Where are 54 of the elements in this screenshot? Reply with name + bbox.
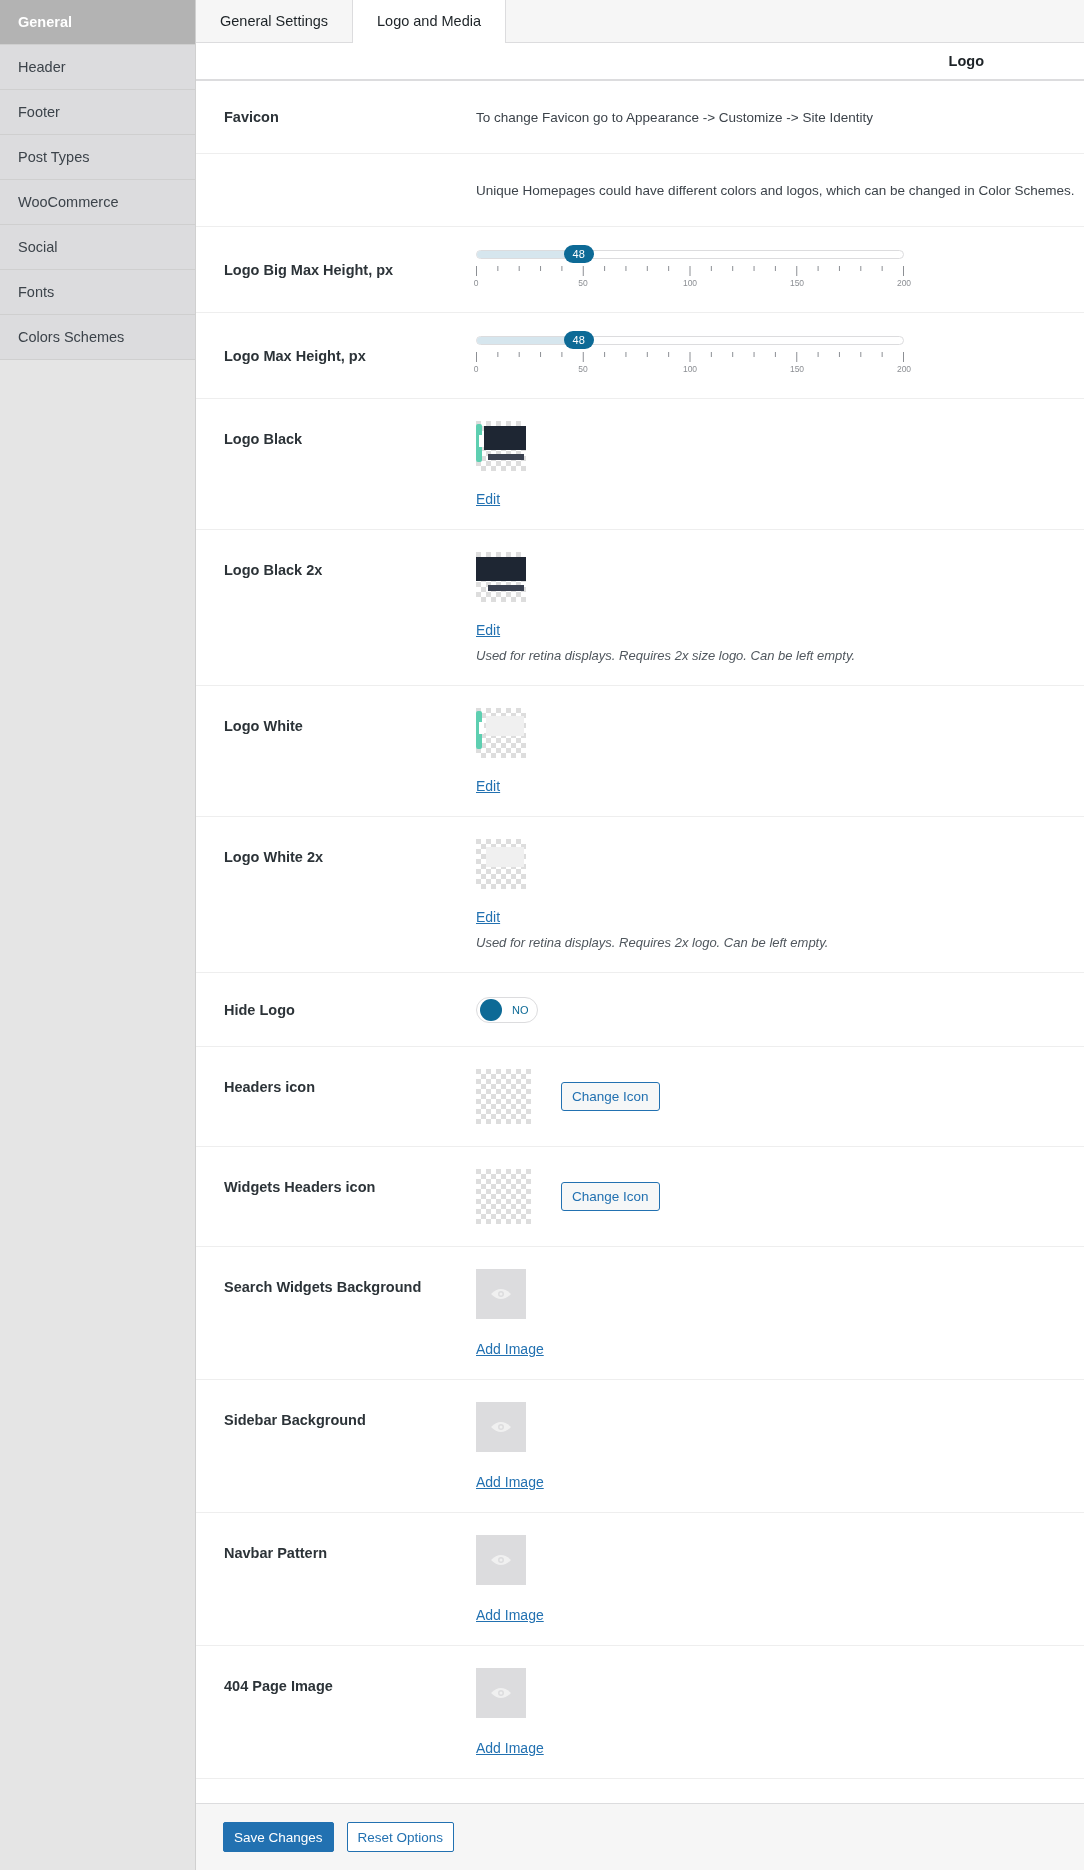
setting-label: Sidebar Background	[223, 1411, 367, 1430]
setting-label: Logo Black	[223, 430, 304, 449]
section-title: Logo	[948, 53, 984, 69]
setting-label: Logo Big Max Height, px	[223, 261, 395, 278]
setting-description: Unique Homepages could have different colors and logos, which can be changed in Color Schemes.	[476, 183, 1075, 198]
save-button[interactable]: Save Changes	[223, 1822, 334, 1852]
empty-icon-preview	[476, 1169, 531, 1224]
sidebar-item[interactable]: Social	[0, 225, 195, 270]
hint-text: Used for retina displays. Requires 2x logo. Can be left empty.	[476, 935, 829, 950]
setting-label: Logo White 2x	[223, 848, 325, 867]
tick-label: 200	[896, 363, 912, 374]
add-image-link[interactable]: Add Image	[476, 1607, 544, 1623]
tick-label: 100	[682, 277, 698, 288]
setting-label: Hide Logo	[223, 1001, 296, 1018]
setting-label: Favicon	[223, 109, 280, 125]
toggle-switch[interactable]: NO	[476, 996, 538, 1023]
empty-icon-preview	[476, 1069, 531, 1124]
setting-label: Logo Max Height, px	[223, 347, 367, 364]
setting-label: Navbar Pattern	[223, 1544, 329, 1563]
setting-label: 404 Page Image	[223, 1677, 334, 1696]
edit-link[interactable]: Edit	[476, 778, 501, 794]
edit-link[interactable]: Edit	[476, 909, 501, 925]
sidebar-item[interactable]: Header	[0, 45, 195, 90]
tick-label: 150	[789, 277, 805, 288]
tick-label: 0	[473, 363, 479, 374]
tick-label: 0	[473, 277, 479, 288]
slider-thumb[interactable]: 48	[563, 244, 594, 263]
change-icon-button[interactable]: Change Icon	[561, 1082, 660, 1111]
slider-thumb[interactable]: 48	[563, 330, 594, 349]
sidebar-item[interactable]: Colors Schemes	[0, 315, 195, 360]
setting-label: Widgets Headers icon	[223, 1178, 377, 1197]
sidebar-item[interactable]: WooCommerce	[0, 180, 195, 225]
reset-button[interactable]: Reset Options	[346, 1822, 455, 1852]
setting-description: To change Favicon go to Appearance -> Customize -> Site Identity	[476, 110, 873, 125]
sidebar-item[interactable]: Fonts	[0, 270, 195, 315]
add-image-link[interactable]: Add Image	[476, 1474, 544, 1490]
setting-label: Search Widgets Background	[223, 1278, 423, 1297]
tick-label: 200	[896, 277, 912, 288]
edit-link[interactable]: Edit	[476, 491, 501, 507]
sidebar-item[interactable]: Footer	[0, 90, 195, 135]
tick-label: 50	[578, 363, 588, 374]
tick-label: 50	[578, 277, 588, 288]
hint-text: Used for retina displays. Requires 2x size logo. Can be left empty.	[476, 648, 856, 663]
add-image-link[interactable]: Add Image	[476, 1341, 544, 1357]
setting-label: Logo White	[223, 717, 304, 736]
edit-link[interactable]: Edit	[476, 622, 501, 638]
setting-label: Logo Black 2x	[223, 561, 324, 580]
tick-label: 100	[682, 363, 698, 374]
setting-label: Headers icon	[223, 1078, 317, 1097]
sidebar-item[interactable]: Post Types	[0, 135, 195, 180]
tick-label: 150	[789, 363, 805, 374]
change-icon-button[interactable]: Change Icon	[561, 1182, 660, 1211]
tab[interactable]: Logo and Media	[353, 0, 506, 43]
add-image-link[interactable]: Add Image	[476, 1740, 544, 1756]
